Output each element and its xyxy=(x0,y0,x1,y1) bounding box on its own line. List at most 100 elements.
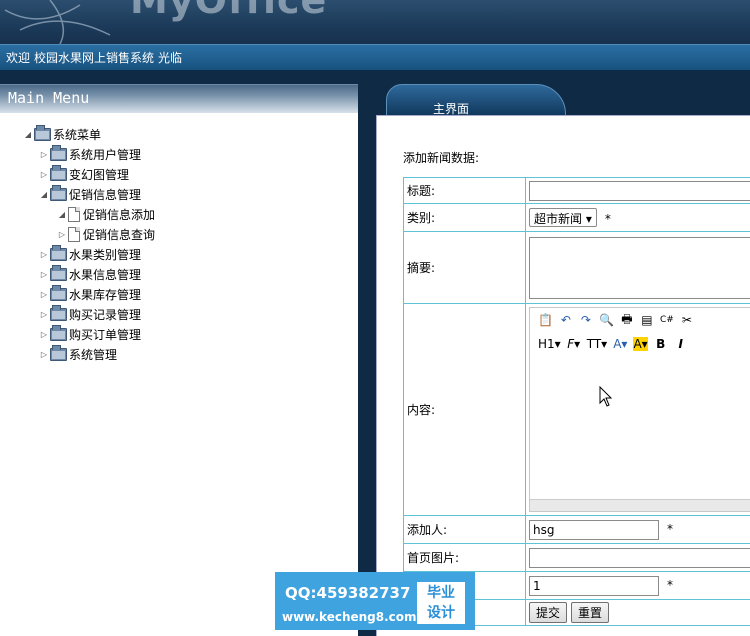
sidebar-subitem-add-promotion[interactable]: ◢ 促销信息添加 xyxy=(56,205,155,223)
highlight-dropdown[interactable]: A▾ xyxy=(633,337,648,351)
expand-arrow-icon[interactable]: ▷ xyxy=(38,310,50,319)
cut-icon[interactable]: ✂ xyxy=(680,313,694,327)
adder-input[interactable]: hsg xyxy=(529,519,659,540)
expand-arrow-icon[interactable]: ▷ xyxy=(38,290,50,299)
reset-button[interactable]: 重置 xyxy=(571,602,610,623)
page-icon xyxy=(68,206,80,222)
watermark-badge-line2: 设计 xyxy=(427,605,455,621)
sidebar-subitem-label: 促销信息添加 xyxy=(83,207,156,222)
collapse-arrow-icon[interactable]: ◢ xyxy=(38,190,50,199)
image-label: 首页图片: xyxy=(403,543,526,572)
required-mark: * xyxy=(667,522,673,536)
mouse-pointer-icon xyxy=(599,386,613,407)
category-select[interactable]: 超市新闻 ▾ xyxy=(529,208,597,227)
watermark-banner: QQ:459382737 www.kecheng8.com 毕业 设计 xyxy=(275,572,475,630)
folder-icon xyxy=(50,244,67,261)
adder-label: 添加人: xyxy=(403,515,526,544)
submit-button[interactable]: 提交 xyxy=(529,602,568,623)
paste-icon[interactable]: 📋 xyxy=(538,313,553,327)
sidebar-item-fruit-info[interactable]: ▷ 水果信息管理 xyxy=(38,264,142,283)
font-family-dropdown[interactable]: F▾ xyxy=(567,337,581,351)
template-icon[interactable]: ▤ xyxy=(640,313,654,327)
sidebar-item-slideshow[interactable]: ▷ 变幻图管理 xyxy=(38,164,130,183)
sidebar-item-label: 水果信息管理 xyxy=(69,267,142,282)
logo-swirl-graphic xyxy=(4,0,111,44)
required-mark: * xyxy=(604,212,611,226)
app-logo: MyOffice xyxy=(130,0,328,22)
order-input[interactable]: 1 xyxy=(529,575,659,596)
welcome-suffix: 光临 xyxy=(158,51,183,65)
title-input[interactable] xyxy=(529,180,750,201)
sidebar-item-label: 系统管理 xyxy=(69,347,118,362)
summary-label: 摘要: xyxy=(403,231,526,304)
expand-arrow-icon[interactable]: ▷ xyxy=(38,330,50,339)
watermark-badge: 毕业 设计 xyxy=(417,582,465,624)
editor-toolbar-row1: 📋 ↶ ↷ 🔍 🖶 ▤ C# ✂ xyxy=(530,308,750,332)
app-header: MyOffice xyxy=(0,0,750,44)
expand-arrow-icon[interactable]: ▷ xyxy=(38,150,50,159)
folder-icon xyxy=(50,164,67,181)
sidebar-item-users[interactable]: ▷ 系统用户管理 xyxy=(38,144,142,163)
sidebar-item-label: 购买订单管理 xyxy=(69,327,142,342)
font-size-dropdown[interactable]: TT▾ xyxy=(587,337,607,351)
watermark-url: www.kecheng8.com xyxy=(282,610,417,624)
folder-open-icon xyxy=(34,124,51,141)
sidebar-subitem-label: 促销信息查询 xyxy=(83,227,156,242)
editor-toolbar-row2: H1▾ F▾ TT▾ A▾ A▾ B I xyxy=(530,332,750,356)
expand-arrow-icon[interactable]: ▷ xyxy=(56,230,68,239)
redo-icon[interactable]: ↷ xyxy=(579,313,593,327)
expand-arrow-icon[interactable]: ▷ xyxy=(38,250,50,259)
folder-open-icon xyxy=(50,184,67,201)
watermark-badge-line1: 毕业 xyxy=(427,585,455,601)
tree-root-label: 系统菜单 xyxy=(53,127,102,142)
menu-title: Main Menu xyxy=(0,85,358,113)
font-color-dropdown[interactable]: A▾ xyxy=(613,337,627,351)
category-select-value: 超市新闻 xyxy=(534,212,583,226)
sidebar-item-orders[interactable]: ▷ 购买订单管理 xyxy=(38,324,142,343)
preview-icon[interactable]: 🔍 xyxy=(599,313,614,327)
tab-main-label: 主界面 xyxy=(432,102,469,116)
folder-icon xyxy=(50,264,67,281)
sidebar-item-label: 系统用户管理 xyxy=(69,147,142,162)
tab-main[interactable]: 主界面 xyxy=(386,84,566,118)
expand-arrow-icon[interactable]: ▷ xyxy=(38,170,50,179)
left-menu-panel: Main Menu ◢ 系统菜单 ▷ 系统用户管理 ▷ 变幻图管理 ◢ 促销信息管理 ◢… xyxy=(0,84,358,636)
folder-icon xyxy=(50,144,67,161)
expand-arrow-icon[interactable]: ▷ xyxy=(38,270,50,279)
folder-icon xyxy=(50,284,67,301)
collapse-arrow-icon[interactable]: ◢ xyxy=(22,130,34,139)
sidebar-item-label: 水果库存管理 xyxy=(69,287,142,302)
news-form-table: 标题: 类别: 超市新闻 ▾ * 摘要: 内容: 📋 ↶ ↷ 🔍 🖶 ▤ C# … xyxy=(403,177,750,626)
page-icon xyxy=(68,226,80,242)
rich-text-editor[interactable]: 📋 ↶ ↷ 🔍 🖶 ▤ C# ✂ H1▾ F▾ TT▾ A▾ A▾ B I xyxy=(529,307,750,512)
print-icon[interactable]: 🖶 xyxy=(620,310,634,331)
title-label: 标题: xyxy=(403,177,526,204)
editor-horizontal-scrollbar[interactable] xyxy=(530,499,750,511)
required-mark: * xyxy=(667,578,673,592)
sidebar-item-system[interactable]: ▷ 系统管理 xyxy=(38,344,118,363)
folder-icon xyxy=(50,304,67,321)
sidebar-subitem-query-promotion[interactable]: ▷ 促销信息查询 xyxy=(56,225,155,243)
expand-arrow-icon[interactable]: ▷ xyxy=(38,350,50,359)
bold-button[interactable]: B xyxy=(654,337,668,351)
tree-root[interactable]: ◢ 系统菜单 xyxy=(22,124,102,143)
italic-button[interactable]: I xyxy=(674,337,688,351)
summary-textarea[interactable] xyxy=(529,236,750,299)
sidebar-item-label: 购买记录管理 xyxy=(69,307,142,322)
heading-dropdown[interactable]: H1▾ xyxy=(538,337,561,351)
leaf-marker-icon: ◢ xyxy=(58,209,66,219)
image-input[interactable] xyxy=(529,547,750,568)
sidebar-item-label: 变幻图管理 xyxy=(69,167,130,182)
sidebar-item-purchase-records[interactable]: ▷ 购买记录管理 xyxy=(38,304,142,323)
code-icon[interactable]: C# xyxy=(660,315,674,325)
sidebar-item-label: 水果类别管理 xyxy=(69,247,142,262)
welcome-prefix: 欢迎 xyxy=(6,51,31,65)
undo-icon[interactable]: ↶ xyxy=(559,313,573,327)
main-content: 添加新闻数据: 标题: 类别: 超市新闻 ▾ * 摘要: 内容: 📋 ↶ ↷ 🔍 xyxy=(376,115,750,636)
sidebar-item-promotions[interactable]: ◢ 促销信息管理 xyxy=(38,184,142,203)
sidebar-item-fruit-category[interactable]: ▷ 水果类别管理 xyxy=(38,244,142,263)
welcome-bar: 欢迎 校园水果网上销售系统 光临 xyxy=(0,44,750,70)
folder-icon xyxy=(50,344,67,361)
sidebar-item-fruit-stock[interactable]: ▷ 水果库存管理 xyxy=(38,284,142,303)
sidebar-item-label: 促销信息管理 xyxy=(69,187,142,202)
